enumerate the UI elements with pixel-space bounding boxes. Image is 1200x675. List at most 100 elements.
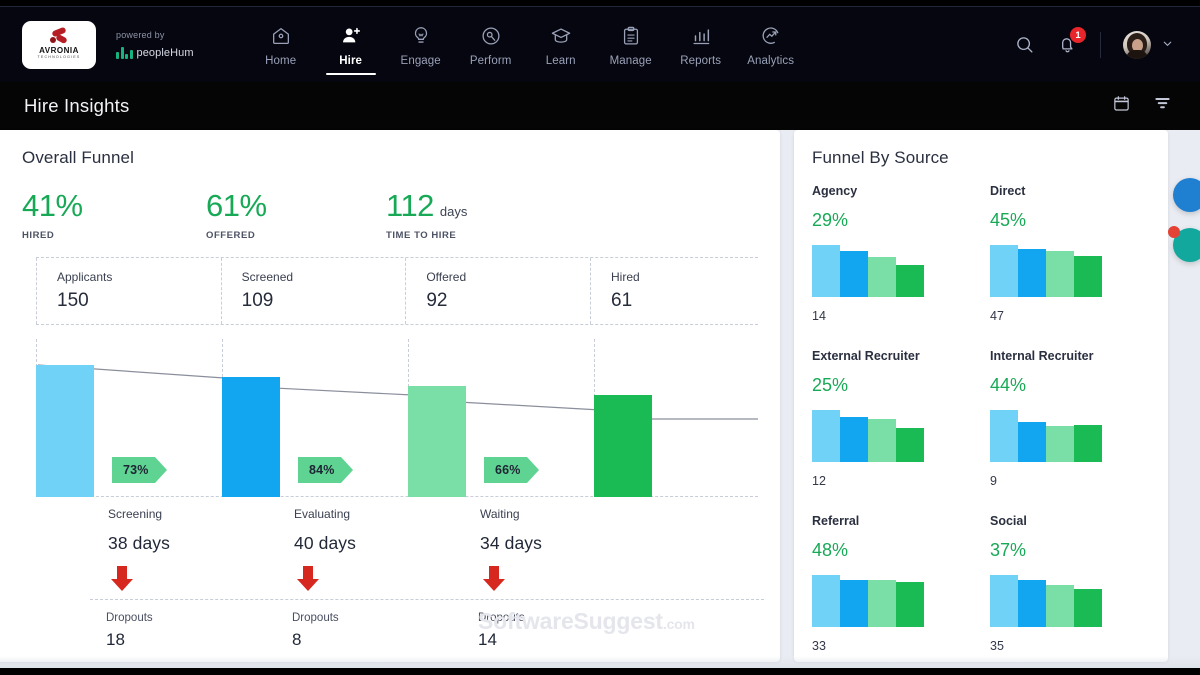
count-screened: Screened 109 <box>221 258 406 324</box>
conversion-badge-84: 84% <box>298 457 341 483</box>
source-external-recruiter[interactable]: External Recruiter 25% 12 <box>812 349 990 488</box>
overall-funnel-title: Overall Funnel <box>22 148 758 168</box>
source-percent: 45% <box>990 210 1168 231</box>
mini-bar-applicants <box>812 575 840 627</box>
source-mini-bar-chart <box>990 241 1168 297</box>
source-count: 47 <box>990 309 1168 323</box>
source-mini-bar-chart <box>812 406 990 462</box>
nav-item-analytics[interactable]: Analytics <box>736 7 806 83</box>
peoplehum-logo-icon <box>116 47 133 59</box>
nav-item-perform[interactable]: Perform <box>456 7 526 83</box>
nav-label: Hire <box>339 55 362 67</box>
conversion-value: 84% <box>309 463 335 477</box>
stage-name: Evaluating <box>294 507 356 521</box>
source-internal-recruiter[interactable]: Internal Recruiter 44% 9 <box>990 349 1168 488</box>
count-offered: Offered 92 <box>405 258 590 324</box>
mini-bar-screened <box>840 417 868 462</box>
mini-bar-applicants <box>812 245 840 297</box>
nav-items: Home Hire Engage Perform <box>246 7 806 83</box>
funnel-bar-chart: 73% 84% 66% <box>36 357 758 497</box>
mini-bar-applicants <box>990 575 1018 627</box>
user-menu[interactable] <box>1123 31 1174 59</box>
count-label: Offered <box>426 270 590 284</box>
source-agency[interactable]: Agency 29% 14 <box>812 184 990 323</box>
search-icon[interactable] <box>1014 34 1035 55</box>
funnel-by-source-card: Funnel By Source Agency 29% 14 Direct <box>794 130 1168 662</box>
company-logo[interactable]: AVRONIA TECHNOLOGIES <box>22 21 96 69</box>
mini-bar-screened <box>1018 422 1046 462</box>
dropouts-value: 8 <box>292 630 339 650</box>
count-hired: Hired 61 <box>590 258 758 324</box>
mini-bar-offered <box>868 419 896 462</box>
source-percent: 37% <box>990 540 1168 561</box>
page-title: Hire Insights <box>24 95 129 117</box>
down-arrow-icon <box>294 566 356 597</box>
mini-bar-screened <box>1018 249 1046 297</box>
mini-bar-applicants <box>990 245 1018 297</box>
brand-area: AVRONIA TECHNOLOGIES powered by peopleHu… <box>0 21 194 69</box>
floating-notification-dot <box>1168 226 1180 238</box>
chevron-down-icon <box>1161 37 1174 53</box>
nav-item-home[interactable]: Home <box>246 7 316 83</box>
source-mini-bar-chart <box>990 406 1168 462</box>
mini-bar-offered <box>868 257 896 297</box>
dropouts-value: 18 <box>106 630 153 650</box>
floating-action-button-1[interactable] <box>1173 178 1200 212</box>
nav-item-engage[interactable]: Engage <box>386 7 456 83</box>
down-arrow-icon <box>108 566 170 597</box>
kpi-unit: days <box>440 204 467 219</box>
calendar-icon[interactable] <box>1112 94 1131 118</box>
nav-item-manage[interactable]: Manage <box>596 7 666 83</box>
mini-bar-applicants <box>812 410 840 462</box>
source-percent: 44% <box>990 375 1168 396</box>
page-subheader: Hire Insights <box>0 82 1200 130</box>
nav-divider <box>1100 32 1101 58</box>
count-value: 109 <box>242 290 406 312</box>
source-referral[interactable]: Referral 48% 33 <box>812 514 990 653</box>
top-navigation-bar: AVRONIA TECHNOLOGIES powered by peopleHu… <box>0 6 1200 82</box>
filter-icon[interactable] <box>1153 94 1172 118</box>
bell-icon[interactable]: 1 <box>1057 34 1078 55</box>
stage-durations: Screening 38 days Evaluating 40 days Wai… <box>36 507 758 599</box>
source-count: 33 <box>812 639 990 653</box>
avronia-logo-icon <box>49 29 69 45</box>
mini-bar-hired <box>896 428 924 462</box>
nav-item-learn[interactable]: Learn <box>526 7 596 83</box>
mini-bar-hired <box>896 582 924 627</box>
mini-bar-hired <box>1074 425 1102 462</box>
nav-label: Analytics <box>747 55 794 67</box>
powered-by-block: powered by peopleHum <box>116 30 194 59</box>
conversion-value: 66% <box>495 463 521 477</box>
nav-right-actions: 1 <box>1014 31 1200 59</box>
kpi-time-to-hire: 112days TIME TO HIRE <box>386 190 467 241</box>
source-social[interactable]: Social 37% 35 <box>990 514 1168 653</box>
peoplehum-brand: peopleHum <box>137 47 194 59</box>
nav-item-reports[interactable]: Reports <box>666 7 736 83</box>
stage-days: 38 days <box>108 533 170 554</box>
bottom-strip <box>0 668 1200 675</box>
mini-bar-offered <box>868 580 896 627</box>
mini-bar-hired <box>896 265 924 297</box>
nav-label: Perform <box>470 55 512 67</box>
source-grid: Agency 29% 14 Direct 45% <box>794 184 1168 662</box>
funnel-counts-row: Applicants 150 Screened 109 Offered 92 H… <box>36 257 758 325</box>
nav-item-hire[interactable]: Hire <box>316 7 386 83</box>
nav-label: Learn <box>546 55 576 67</box>
mini-bar-offered <box>1046 251 1074 297</box>
kpi-hired: 41% HIRED <box>22 190 206 241</box>
overall-funnel-card: Overall Funnel 41% HIRED 61% OFFERED 112… <box>0 130 780 662</box>
source-direct[interactable]: Direct 45% 47 <box>990 184 1168 323</box>
source-name: Direct <box>990 184 1168 198</box>
kpi-value: 112 <box>386 188 434 223</box>
count-label: Hired <box>611 270 758 284</box>
source-mini-bar-chart <box>812 241 990 297</box>
conversion-badge-73: 73% <box>112 457 155 483</box>
dropouts-screening: Dropouts 18 Rejects 44 <box>106 612 153 662</box>
mini-bar-screened <box>840 251 868 297</box>
count-value: 92 <box>426 290 590 312</box>
lightbulb-icon <box>410 23 432 49</box>
source-name: Internal Recruiter <box>990 349 1168 363</box>
dropouts-divider <box>90 599 764 600</box>
source-name: Referral <box>812 514 990 528</box>
count-label: Screened <box>242 270 406 284</box>
